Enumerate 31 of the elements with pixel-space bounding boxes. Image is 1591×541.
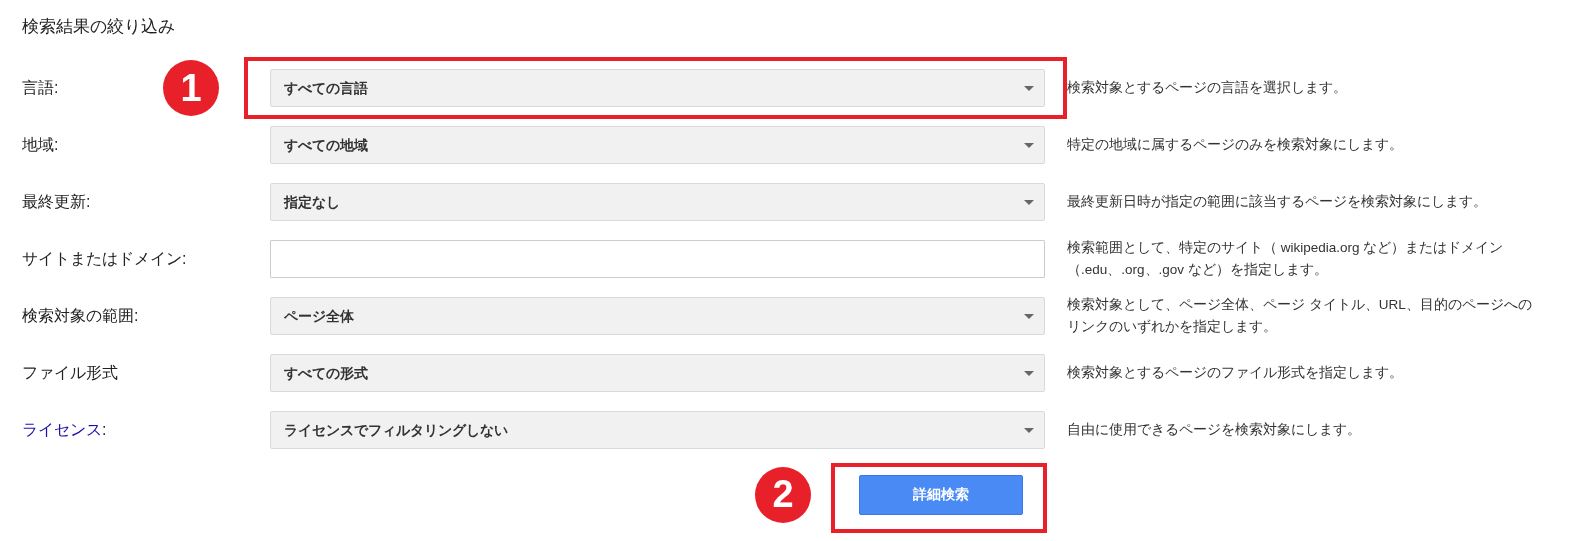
caret-icon [1024, 142, 1034, 148]
caret-icon [1024, 370, 1034, 376]
field-label: 地域: [22, 136, 59, 153]
caret-icon [1024, 199, 1034, 205]
field-label: ファイル形式 [22, 364, 118, 381]
help-text: 検索対象とするページの言語を選択します。 [1067, 79, 1348, 98]
help-text: 検索対象とするページのファイル形式を指定します。 [1067, 364, 1404, 383]
dropdown[interactable]: ライセンスでフィルタリングしない [270, 411, 1045, 449]
help-text: 検索対象として、ページ全体、ページ タイトル、URL、目的のページへのリンクのいずれかを指定します。 [1067, 296, 1533, 336]
input-field[interactable] [270, 240, 1045, 278]
license-link[interactable]: ライセンス [22, 421, 102, 438]
dropdown[interactable]: すべての言語 [270, 69, 1045, 107]
label-colon: : [102, 421, 107, 438]
field-label: サイトまたはドメイン: [22, 250, 187, 267]
field-label: 最終更新: [22, 193, 91, 210]
section-title: 検索結果の絞り込み [22, 16, 176, 38]
caret-icon [1024, 313, 1034, 319]
dropdown[interactable]: すべての地域 [270, 126, 1045, 164]
caret-icon [1024, 427, 1034, 433]
field-label: 検索対象の範囲: [22, 307, 139, 324]
caret-icon [1024, 85, 1034, 91]
help-text: 自由に使用できるページを検索対象にします。 [1067, 421, 1362, 440]
help-text: 特定の地域に属するページのみを検索対象にします。 [1067, 136, 1404, 155]
step-number-badge: 1 [163, 60, 219, 116]
dropdown[interactable]: すべての形式 [270, 354, 1045, 392]
dropdown[interactable]: ページ全体 [270, 297, 1045, 335]
dropdown[interactable]: 指定なし [270, 183, 1045, 221]
help-text: 検索範囲として、特定のサイト（ wikipedia.org など）またはドメイン（.edu、.org、.gov など）を指定します。 [1067, 239, 1505, 279]
step-number-badge: 2 [755, 466, 811, 523]
help-text: 最終更新日時が指定の範囲に該当するページを検索対象にします。 [1067, 193, 1488, 212]
field-label: 言語: [22, 79, 59, 96]
